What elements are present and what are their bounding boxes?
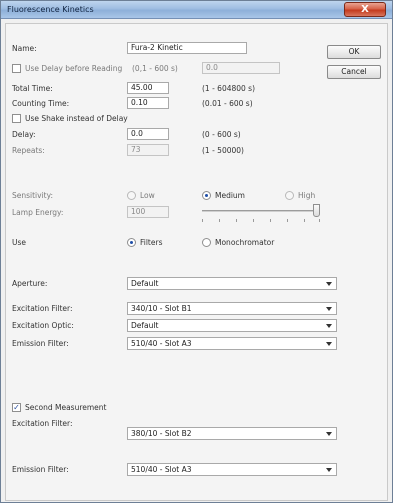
repeats-label: Repeats: bbox=[12, 146, 45, 155]
sensitivity-low-label: Low bbox=[140, 191, 155, 200]
counting-time-label: Counting Time: bbox=[12, 99, 70, 108]
counting-time-input[interactable]: 0.10 bbox=[127, 97, 169, 109]
name-label: Name: bbox=[12, 44, 37, 53]
lamp-energy-slider-track[interactable] bbox=[202, 210, 320, 212]
use-filters-radio[interactable] bbox=[127, 238, 136, 247]
emission-filter-dropdown[interactable]: 510/40 - Slot A3 bbox=[127, 337, 337, 350]
total-time-label: Total Time: bbox=[12, 84, 53, 93]
excitation-filter-value: 340/10 - Slot B1 bbox=[131, 304, 192, 313]
repeats-input[interactable]: 73 bbox=[127, 144, 169, 156]
slider-tick bbox=[253, 219, 254, 222]
delay-input[interactable]: 0.0 bbox=[127, 128, 169, 140]
window-title: Fluorescence Kinetics bbox=[7, 5, 94, 14]
use-filters-label: Filters bbox=[140, 238, 163, 247]
sensitivity-high-radio[interactable] bbox=[285, 191, 294, 200]
chevron-down-icon bbox=[326, 432, 332, 436]
dialog-body: Name: Fura-2 Kinetic OK Cancel Use Delay… bbox=[5, 23, 388, 501]
excitation-optic-dropdown[interactable]: Default bbox=[127, 319, 337, 332]
ok-button[interactable]: OK bbox=[327, 45, 381, 59]
use-label: Use bbox=[12, 238, 27, 247]
chevron-down-icon bbox=[326, 324, 332, 328]
second-emission-filter-value: 510/40 - Slot A3 bbox=[131, 465, 192, 474]
slider-tick bbox=[202, 219, 203, 222]
total-time-input[interactable]: 45.00 bbox=[127, 82, 169, 94]
chevron-down-icon bbox=[326, 307, 332, 311]
excitation-optic-label: Excitation Optic: bbox=[12, 321, 74, 330]
counting-time-range: (0.01 - 600 s) bbox=[202, 99, 253, 108]
title-bar[interactable]: Fluorescence Kinetics X bbox=[1, 1, 392, 19]
sensitivity-high-label: High bbox=[298, 191, 316, 200]
slider-tick bbox=[236, 219, 237, 222]
slider-tick bbox=[287, 219, 288, 222]
delay-range: (0 - 600 s) bbox=[202, 130, 241, 139]
name-input[interactable]: Fura-2 Kinetic bbox=[127, 42, 247, 54]
use-delay-checkbox[interactable] bbox=[12, 64, 21, 73]
sensitivity-label: Sensitivity: bbox=[12, 191, 54, 200]
use-monochromator-radio[interactable] bbox=[202, 238, 211, 247]
slider-tick bbox=[319, 219, 320, 222]
chevron-down-icon bbox=[326, 468, 332, 472]
excitation-optic-value: Default bbox=[131, 321, 159, 330]
total-time-range: (1 - 604800 s) bbox=[202, 84, 256, 93]
use-shake-label: Use Shake instead of Delay bbox=[25, 114, 128, 123]
fluorescence-kinetics-window: Fluorescence Kinetics X Name: Fura-2 Kin… bbox=[0, 0, 393, 503]
emission-filter-label: Emission Filter: bbox=[12, 339, 69, 348]
second-emission-filter-label: Emission Filter: bbox=[12, 465, 69, 474]
slider-tick bbox=[219, 219, 220, 222]
use-delay-label: Use Delay before Reading bbox=[25, 64, 123, 73]
second-excitation-filter-value: 380/10 - Slot B2 bbox=[131, 429, 192, 438]
checkmark-icon: ✓ bbox=[13, 403, 20, 412]
slider-tick bbox=[304, 219, 305, 222]
excitation-filter-dropdown[interactable]: 340/10 - Slot B1 bbox=[127, 302, 337, 315]
use-delay-range: (0,1 - 600 s) bbox=[132, 64, 178, 73]
second-measurement-label: Second Measurement bbox=[25, 403, 107, 412]
lamp-energy-input[interactable]: 100 bbox=[127, 206, 169, 218]
lamp-energy-slider-thumb[interactable] bbox=[313, 204, 320, 217]
chevron-down-icon bbox=[326, 282, 332, 286]
slider-tick bbox=[270, 219, 271, 222]
cancel-button[interactable]: Cancel bbox=[327, 65, 381, 79]
close-button[interactable]: X bbox=[344, 2, 386, 17]
aperture-value: Default bbox=[131, 279, 159, 288]
repeats-range: (1 - 50000) bbox=[202, 146, 244, 155]
emission-filter-value: 510/40 - Slot A3 bbox=[131, 339, 192, 348]
use-shake-checkbox[interactable] bbox=[12, 114, 21, 123]
close-icon: X bbox=[361, 4, 369, 15]
second-excitation-filter-dropdown[interactable]: 380/10 - Slot B2 bbox=[127, 427, 337, 440]
second-emission-filter-dropdown[interactable]: 510/40 - Slot A3 bbox=[127, 463, 337, 476]
aperture-label: Aperture: bbox=[12, 279, 48, 288]
use-monochromator-label: Monochromator bbox=[215, 238, 275, 247]
sensitivity-low-radio[interactable] bbox=[127, 191, 136, 200]
excitation-filter-label: Excitation Filter: bbox=[12, 304, 73, 313]
sensitivity-medium-radio[interactable] bbox=[202, 191, 211, 200]
use-delay-input[interactable]: 0.0 bbox=[202, 62, 280, 74]
chevron-down-icon bbox=[326, 342, 332, 346]
lamp-energy-label: Lamp Energy: bbox=[12, 208, 64, 217]
second-excitation-filter-label: Excitation Filter: bbox=[12, 419, 73, 428]
second-measurement-checkbox[interactable]: ✓ bbox=[12, 403, 21, 412]
aperture-dropdown[interactable]: Default bbox=[127, 277, 337, 290]
sensitivity-medium-label: Medium bbox=[215, 191, 245, 200]
delay-label: Delay: bbox=[12, 130, 36, 139]
